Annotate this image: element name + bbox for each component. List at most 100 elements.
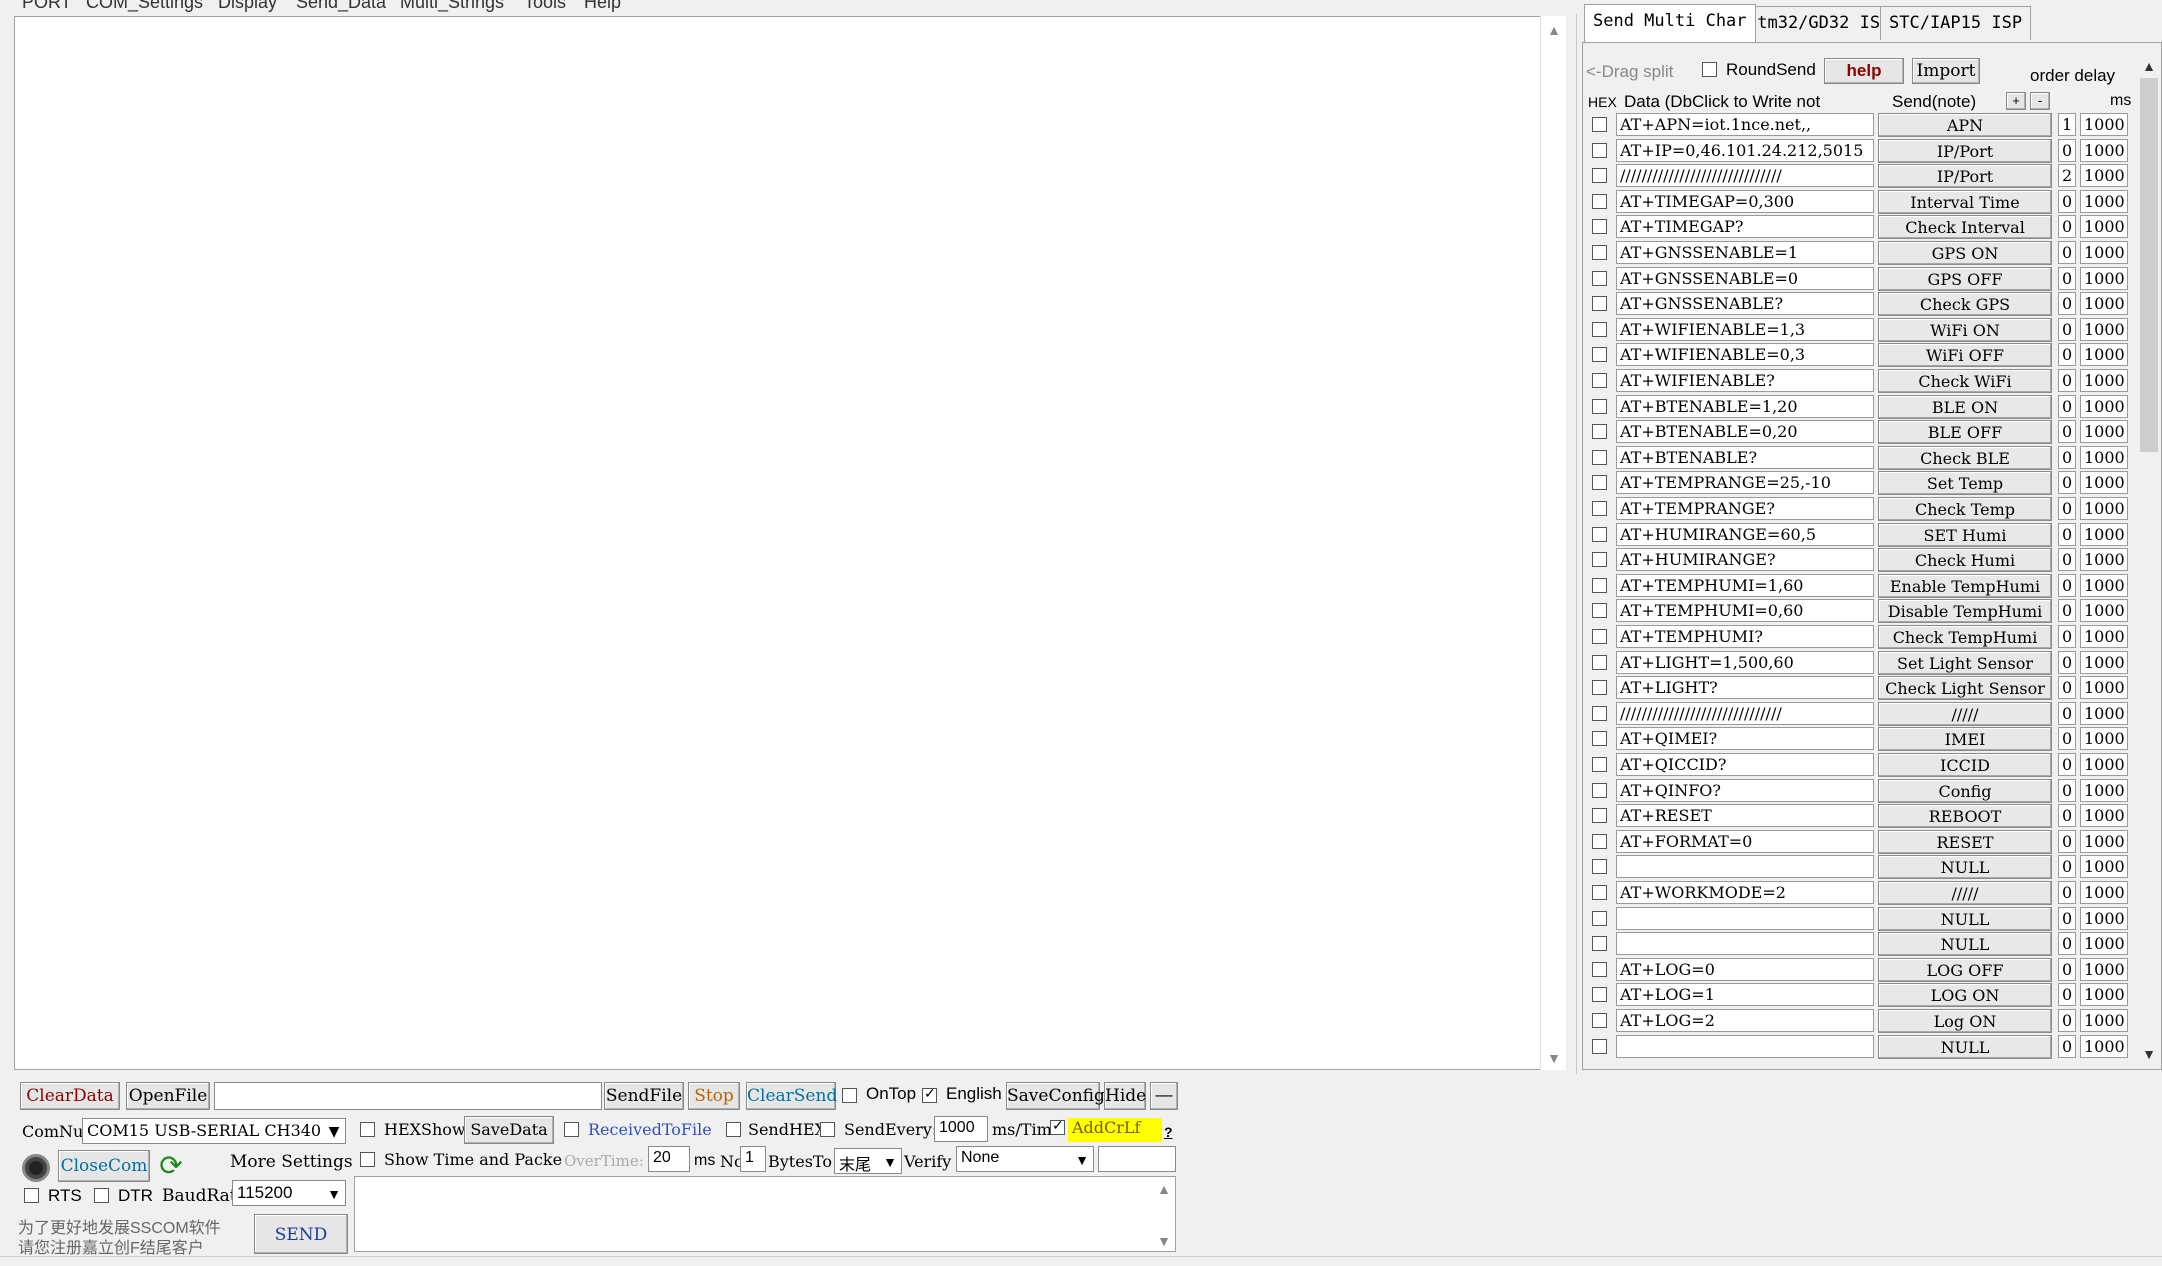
com-port-select[interactable]: COM15 USB-SERIAL CH340 ▼ (82, 1118, 346, 1144)
row-order-input[interactable]: 0 (2058, 215, 2076, 239)
row-send-button[interactable]: REBOOT (1878, 804, 2052, 829)
row-order-input[interactable]: 0 (2058, 753, 2076, 776)
row-order-input[interactable]: 0 (2058, 829, 2076, 853)
row-delay-input[interactable]: 1000 (2080, 727, 2128, 751)
row-hex-checkbox[interactable] (1592, 501, 1607, 516)
add-crlf-checkbox[interactable] (1050, 1117, 1065, 1135)
no-input[interactable]: 1 (740, 1146, 766, 1172)
row-delay-input[interactable]: 1000 (2080, 215, 2128, 239)
remove-row-button[interactable]: - (2030, 92, 2050, 110)
row-data-input[interactable]: ////////////////////////////// (1616, 701, 1874, 725)
row-order-input[interactable]: 0 (2058, 189, 2076, 213)
row-data-input[interactable] (1616, 1034, 1874, 1058)
row-data-input[interactable]: AT+WIFIENABLE? (1616, 369, 1874, 392)
clear-data-button[interactable]: ClearData (20, 1082, 120, 1110)
row-order-input[interactable]: 0 (2058, 1009, 2076, 1032)
row-send-button[interactable]: ICCID (1878, 753, 2052, 777)
row-order-input[interactable]: 0 (2058, 727, 2076, 751)
row-hex-checkbox[interactable] (1592, 680, 1607, 696)
add-row-button[interactable]: + (2006, 92, 2026, 110)
menu-port[interactable]: PORT (22, 0, 72, 13)
row-order-input[interactable]: 0 (2058, 241, 2076, 264)
row-delay-input[interactable]: 1000 (2080, 701, 2128, 725)
row-delay-input[interactable]: 1000 (2080, 676, 2128, 700)
row-send-button[interactable]: BLE OFF (1878, 420, 2052, 445)
row-data-input[interactable]: AT+TEMPRANGE=25,-10 (1616, 471, 1874, 495)
menu-display[interactable]: Display (218, 0, 277, 13)
row-delay-input[interactable]: 1000 (2080, 445, 2128, 469)
row-hex-checkbox[interactable] (1592, 731, 1607, 747)
row-delay-input[interactable]: 1000 (2080, 317, 2128, 341)
row-send-button[interactable]: Check Temp (1878, 497, 2052, 521)
row-order-input[interactable]: 0 (2058, 369, 2076, 392)
row-hex-checkbox[interactable] (1592, 833, 1607, 849)
on-top-checkbox[interactable] (842, 1088, 857, 1103)
row-send-button[interactable]: Check BLE (1878, 445, 2052, 470)
row-delay-input[interactable]: 1000 (2080, 1034, 2128, 1058)
row-delay-input[interactable]: 1000 (2080, 164, 2128, 188)
row-delay-input[interactable]: 1000 (2080, 906, 2128, 930)
row-delay-input[interactable]: 1000 (2080, 548, 2128, 572)
row-delay-input[interactable]: 1000 (2080, 369, 2128, 392)
row-data-input[interactable]: AT+BTENABLE=0,20 (1616, 420, 1874, 444)
row-send-button[interactable]: IMEI (1878, 727, 2052, 752)
row-send-button[interactable]: GPS OFF (1878, 266, 2052, 291)
row-hex-checkbox[interactable] (1592, 629, 1607, 644)
row-data-input[interactable] (1616, 906, 1874, 930)
row-data-input[interactable]: AT+BTENABLE=1,20 (1616, 394, 1874, 418)
row-order-input[interactable]: 0 (2058, 650, 2076, 674)
row-data-input[interactable]: AT+TEMPHUMI=0,60 (1616, 599, 1874, 623)
row-order-input[interactable]: 0 (2058, 138, 2076, 162)
row-data-input[interactable]: AT+WORKMODE=2 (1616, 881, 1874, 904)
row-hex-checkbox[interactable] (1592, 373, 1607, 388)
send-every-input[interactable]: 1000 (934, 1116, 988, 1142)
row-order-input[interactable]: 0 (2058, 522, 2076, 546)
row-order-input[interactable]: 0 (2058, 599, 2076, 623)
row-order-input[interactable]: 0 (2058, 420, 2076, 444)
menu-tools[interactable]: Tools (524, 0, 566, 13)
row-data-input[interactable]: AT+GNSSENABLE=1 (1616, 241, 1874, 264)
row-data-input[interactable]: AT+GNSSENABLE=0 (1616, 266, 1874, 290)
hex-show-checkbox[interactable] (360, 1122, 375, 1137)
send-file-button[interactable]: SendFile (604, 1082, 684, 1110)
row-order-input[interactable]: 1 (2058, 113, 2076, 136)
row-send-button[interactable]: Disable TempHumi (1878, 599, 2052, 624)
more-settings-link[interactable]: More Settings (230, 1152, 353, 1172)
help-button[interactable]: help (1824, 58, 1904, 84)
row-data-input[interactable]: AT+BTENABLE? (1616, 445, 1874, 469)
overtime-input[interactable]: 20 (648, 1146, 690, 1172)
row-hex-checkbox[interactable] (1592, 603, 1607, 619)
row-send-button[interactable]: Config (1878, 778, 2052, 803)
row-hex-checkbox[interactable] (1592, 782, 1607, 798)
row-order-input[interactable]: 0 (2058, 445, 2076, 469)
row-delay-input[interactable]: 1000 (2080, 983, 2128, 1007)
row-send-button[interactable]: LOG ON (1878, 983, 2052, 1008)
row-delay-input[interactable]: 1000 (2080, 138, 2128, 162)
row-order-input[interactable]: 0 (2058, 266, 2076, 290)
row-data-input[interactable]: AT+HUMIRANGE? (1616, 548, 1874, 572)
row-data-input[interactable]: AT+APN=iot.1nce.net,, (1616, 113, 1874, 136)
bytes-to-select[interactable]: 末尾 ▼ (834, 1148, 902, 1174)
row-order-input[interactable]: 0 (2058, 957, 2076, 981)
row-send-button[interactable]: GPS ON (1878, 241, 2052, 265)
row-order-input[interactable]: 0 (2058, 983, 2076, 1007)
row-send-button[interactable]: SET Humi (1878, 522, 2052, 547)
row-hex-checkbox[interactable] (1592, 526, 1607, 542)
file-path-input[interactable] (214, 1082, 602, 1110)
receive-area[interactable] (14, 16, 1566, 1070)
row-data-input[interactable]: AT+QIMEI? (1616, 727, 1874, 751)
tab-stm32-isp[interactable]: stm32/GD32 ISP (1738, 6, 1900, 40)
received-to-file-checkbox[interactable] (564, 1122, 579, 1137)
save-data-button[interactable]: SaveData (464, 1116, 554, 1144)
row-send-button[interactable]: NULL (1878, 855, 2052, 880)
english-checkbox[interactable] (922, 1085, 937, 1103)
row-delay-input[interactable]: 1000 (2080, 113, 2128, 136)
save-config-button[interactable]: SaveConfig (1006, 1082, 1105, 1110)
verify-select[interactable]: None ▼ (956, 1146, 1094, 1172)
row-hex-checkbox[interactable] (1592, 654, 1607, 670)
row-order-input[interactable]: 0 (2058, 343, 2076, 367)
row-send-button[interactable]: NULL (1878, 932, 2052, 957)
row-order-input[interactable]: 0 (2058, 881, 2076, 904)
row-data-input[interactable]: AT+IP=0,46.101.24.212,5015 (1616, 138, 1874, 162)
close-com-button[interactable]: CloseCom (58, 1150, 150, 1182)
